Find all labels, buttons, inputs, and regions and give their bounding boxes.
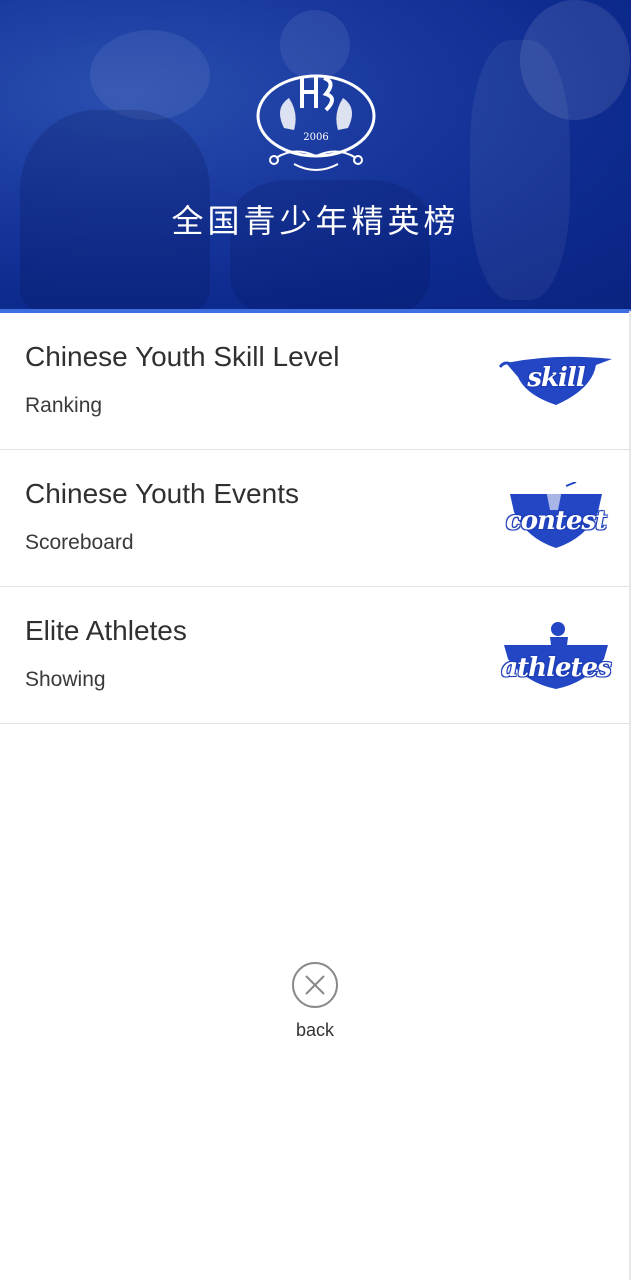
menu-item-elite-athletes[interactable]: Elite Athletes Showing athletes bbox=[0, 587, 631, 724]
skill-badge-icon: skill bbox=[496, 345, 616, 417]
menu-item-subtitle: Ranking bbox=[25, 394, 103, 417]
back-label: back bbox=[295, 1020, 335, 1040]
menu-item-title: Chinese Youth Skill Level bbox=[25, 341, 340, 372]
menu-item-subtitle: Showing bbox=[25, 668, 106, 691]
back-button[interactable]: back bbox=[266, 960, 364, 1050]
contest-badge-label: contest bbox=[505, 506, 607, 536]
background-photo-shape bbox=[520, 0, 630, 120]
menu-item-title: Elite Athletes bbox=[25, 615, 187, 646]
menu-item-events-scoreboard[interactable]: Chinese Youth Events Scoreboard contest bbox=[0, 450, 631, 587]
emblem-logo: 2006 bbox=[256, 74, 376, 171]
close-circle-icon bbox=[292, 962, 338, 1008]
svg-text:2006: 2006 bbox=[303, 132, 328, 143]
menu-item-subtitle: Scoreboard bbox=[25, 531, 134, 554]
athletes-badge-icon: athletes bbox=[496, 619, 616, 691]
hero-banner: 2006 全国青少年精英榜 bbox=[0, 0, 631, 311]
page-title: 全国青少年精英榜 bbox=[171, 202, 460, 240]
skill-badge-label: skill bbox=[527, 363, 585, 393]
menu-item-skill-ranking[interactable]: Chinese Youth Skill Level Ranking skill bbox=[0, 313, 631, 450]
background-photo-shape bbox=[90, 30, 210, 120]
menu-item-title: Chinese Youth Events bbox=[25, 478, 299, 509]
contest-badge-icon: contest bbox=[496, 481, 616, 554]
athletes-badge-label: athletes bbox=[501, 653, 611, 683]
